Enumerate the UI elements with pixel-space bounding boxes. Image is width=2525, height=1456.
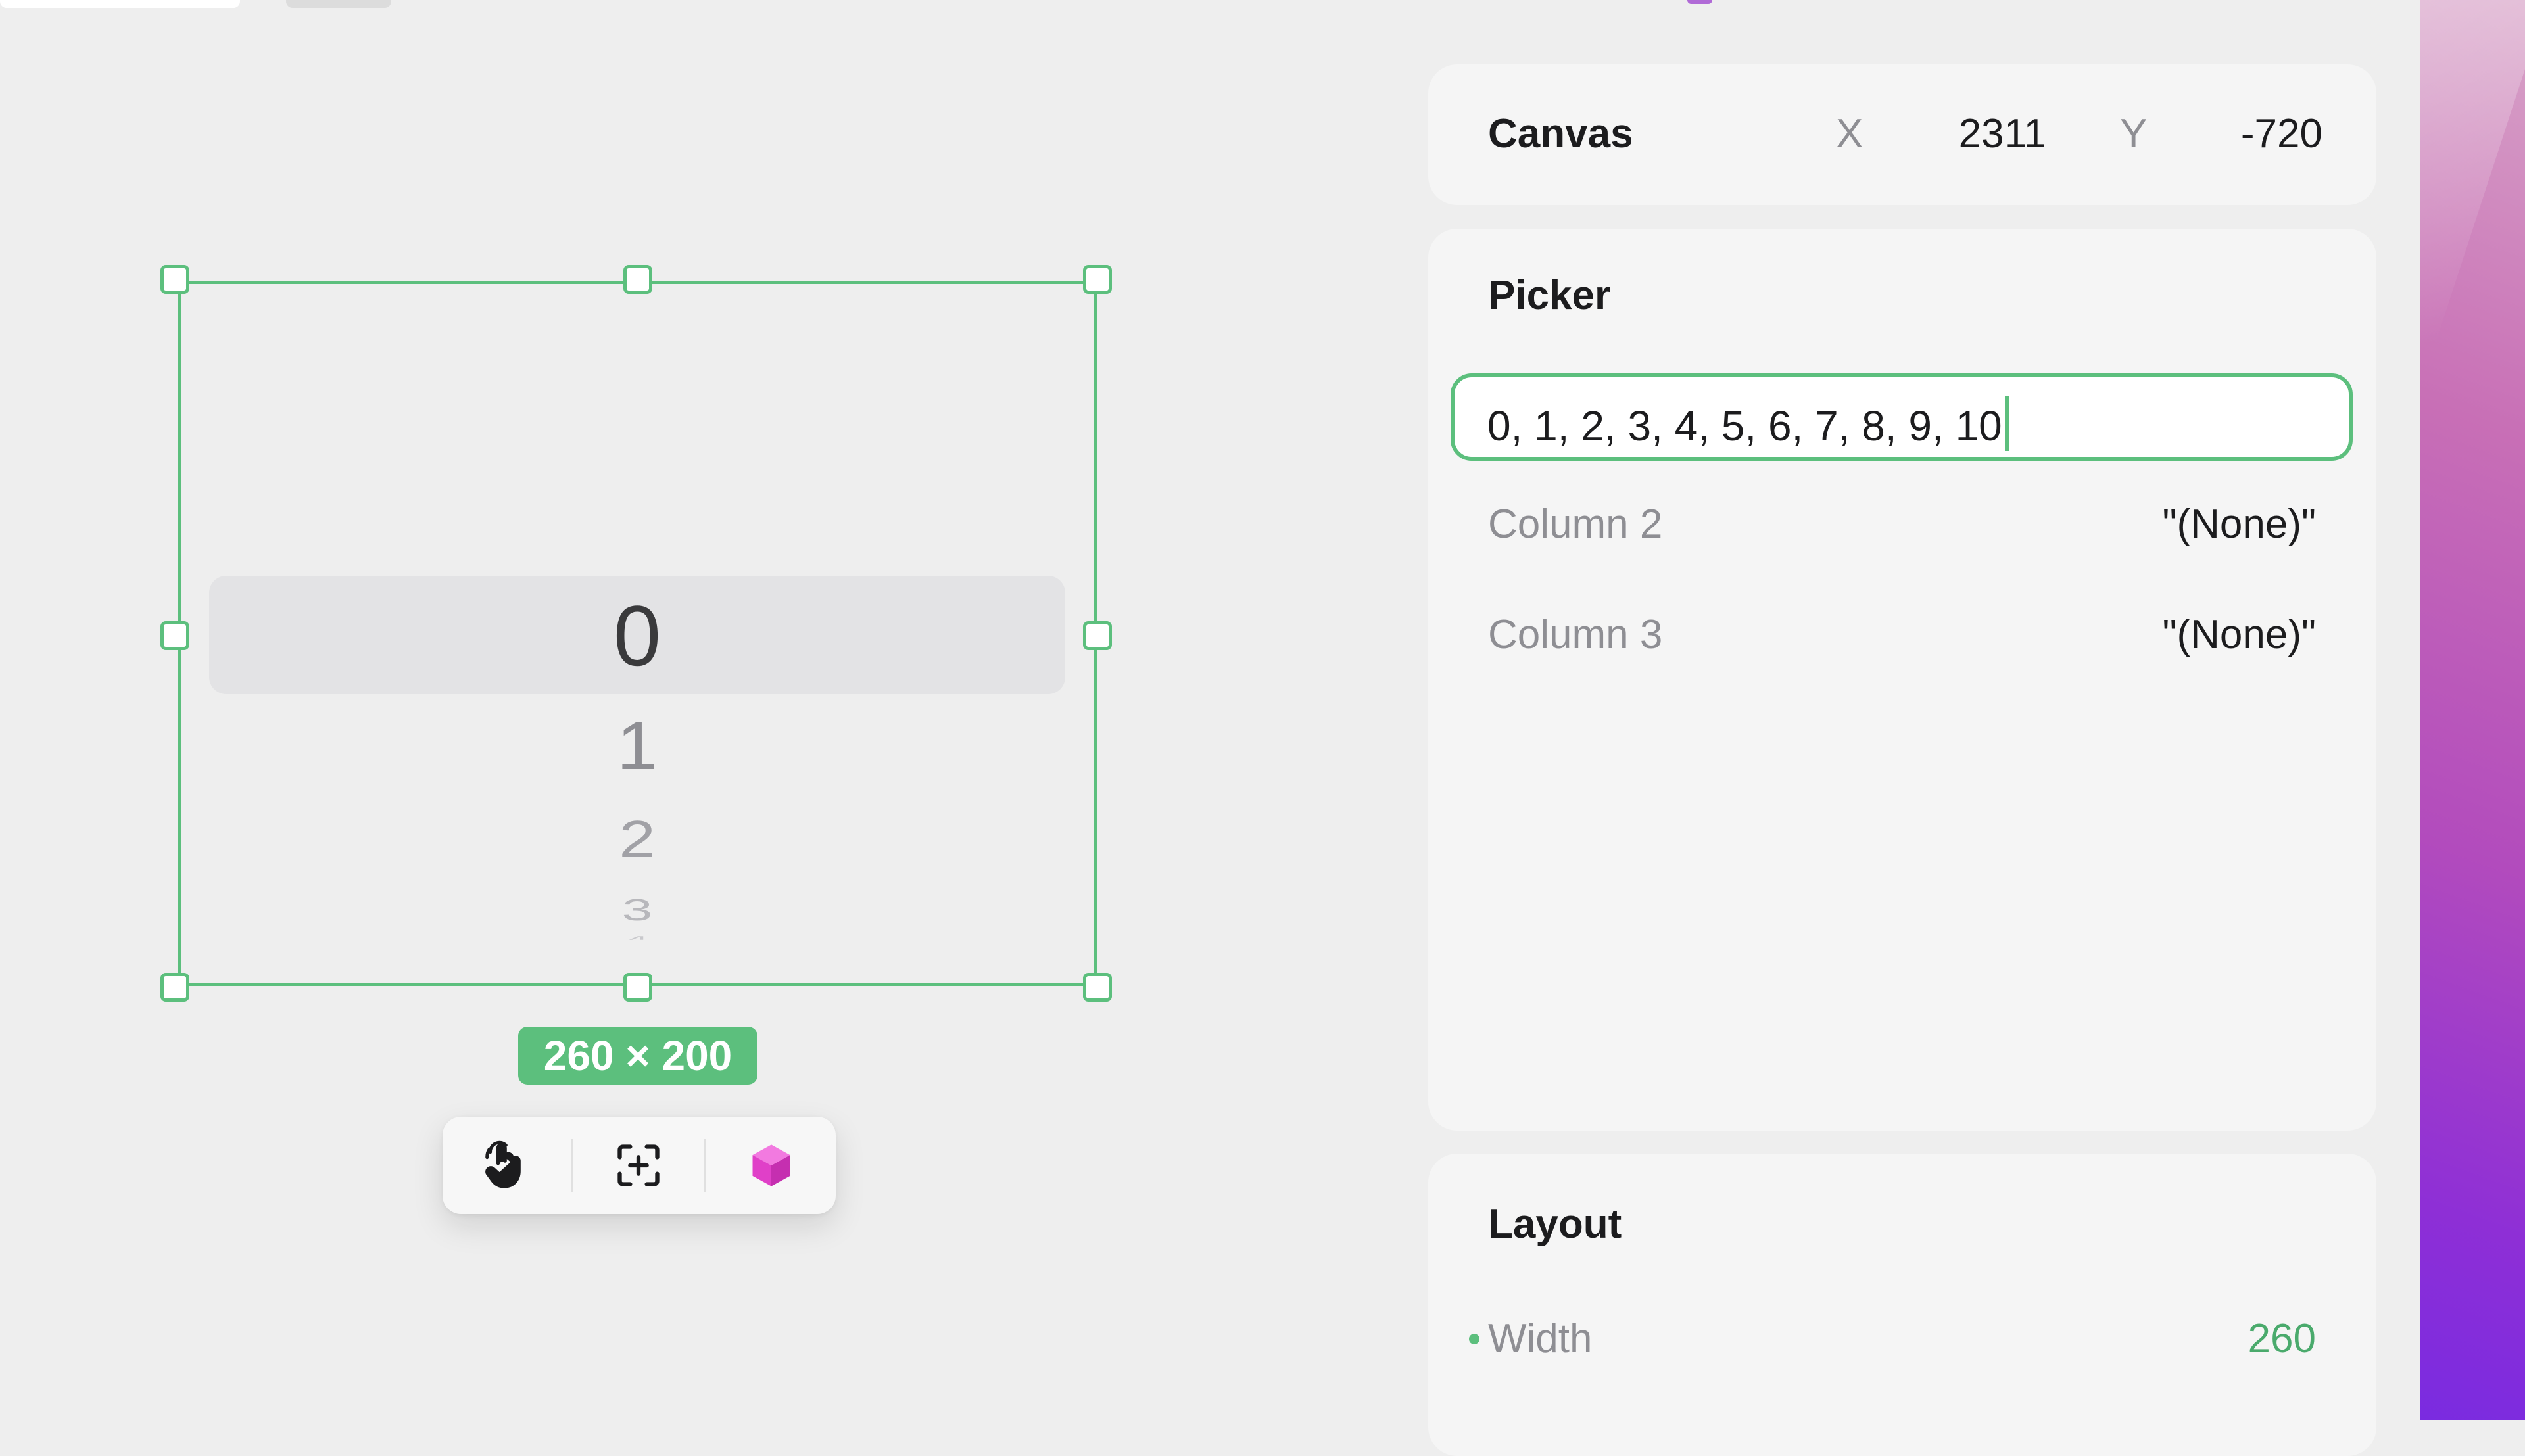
- top-tab-mid: [286, 0, 391, 8]
- column2-value[interactable]: "(None)": [2162, 501, 2316, 548]
- desktop-wallpaper: [2420, 0, 2525, 1420]
- y-label: Y: [2120, 111, 2148, 156]
- focus-add-button[interactable]: [599, 1133, 678, 1198]
- selection-frame: [178, 281, 1097, 986]
- column1-values-input[interactable]: 0, 1, 2, 3, 4, 5, 6, 7, 8, 9, 10: [1451, 373, 2353, 461]
- resize-handle-bottom-right[interactable]: [1083, 973, 1112, 1002]
- wallpaper-sheen: [2420, 0, 2525, 391]
- cube-icon: [752, 1144, 790, 1186]
- resize-handle-left[interactable]: [160, 621, 189, 650]
- resize-handle-bottom-left[interactable]: [160, 973, 189, 1002]
- x-label: X: [1836, 111, 1864, 156]
- resize-handle-top[interactable]: [623, 265, 652, 294]
- toolbar-divider: [704, 1139, 706, 1192]
- picker-panel: Picker 0, 1, 2, 3, 4, 5, 6, 7, 8, 9, 10 …: [1428, 229, 2376, 1131]
- resize-handle-right[interactable]: [1083, 621, 1112, 650]
- layout-panel: Layout Width 260: [1428, 1154, 2376, 1456]
- width-label: Width: [1488, 1316, 1593, 1361]
- resize-handle-top-right[interactable]: [1083, 265, 1112, 294]
- text-caret: [2004, 396, 2009, 451]
- hand-pointer-icon: [485, 1140, 521, 1188]
- canvas-panel: Canvas X 2311 Y -720: [1428, 64, 2376, 205]
- layout-title: Layout: [1488, 1202, 1622, 1247]
- top-indicator: [1687, 0, 1712, 4]
- y-value[interactable]: -720: [2191, 110, 2322, 157]
- modified-indicator: [1469, 1334, 1479, 1344]
- size-badge: 260 × 200: [518, 1027, 758, 1085]
- canvas-title: Canvas: [1488, 111, 1633, 156]
- resize-handle-bottom[interactable]: [623, 973, 652, 1002]
- resize-handle-top-left[interactable]: [160, 265, 189, 294]
- top-tab-left: [0, 0, 240, 8]
- x-value[interactable]: 2311: [1928, 110, 2046, 157]
- column1-values: 0, 1, 2, 3, 4, 5, 6, 7, 8, 9, 10: [1487, 402, 2002, 450]
- focus-add-icon: [617, 1144, 660, 1186]
- picker-title: Picker: [1488, 273, 1611, 318]
- toolbar-divider: [571, 1139, 573, 1192]
- width-value[interactable]: 260: [2248, 1315, 2316, 1362]
- column1-values-text[interactable]: 0, 1, 2, 3, 4, 5, 6, 7, 8, 9, 10: [1487, 396, 2009, 451]
- column3-value[interactable]: "(None)": [2162, 611, 2316, 658]
- interact-button[interactable]: [466, 1133, 544, 1198]
- column2-label: Column 2: [1488, 502, 1663, 547]
- component-button[interactable]: [732, 1133, 811, 1198]
- column3-label: Column 3: [1488, 612, 1663, 657]
- floating-toolbar: [443, 1117, 836, 1214]
